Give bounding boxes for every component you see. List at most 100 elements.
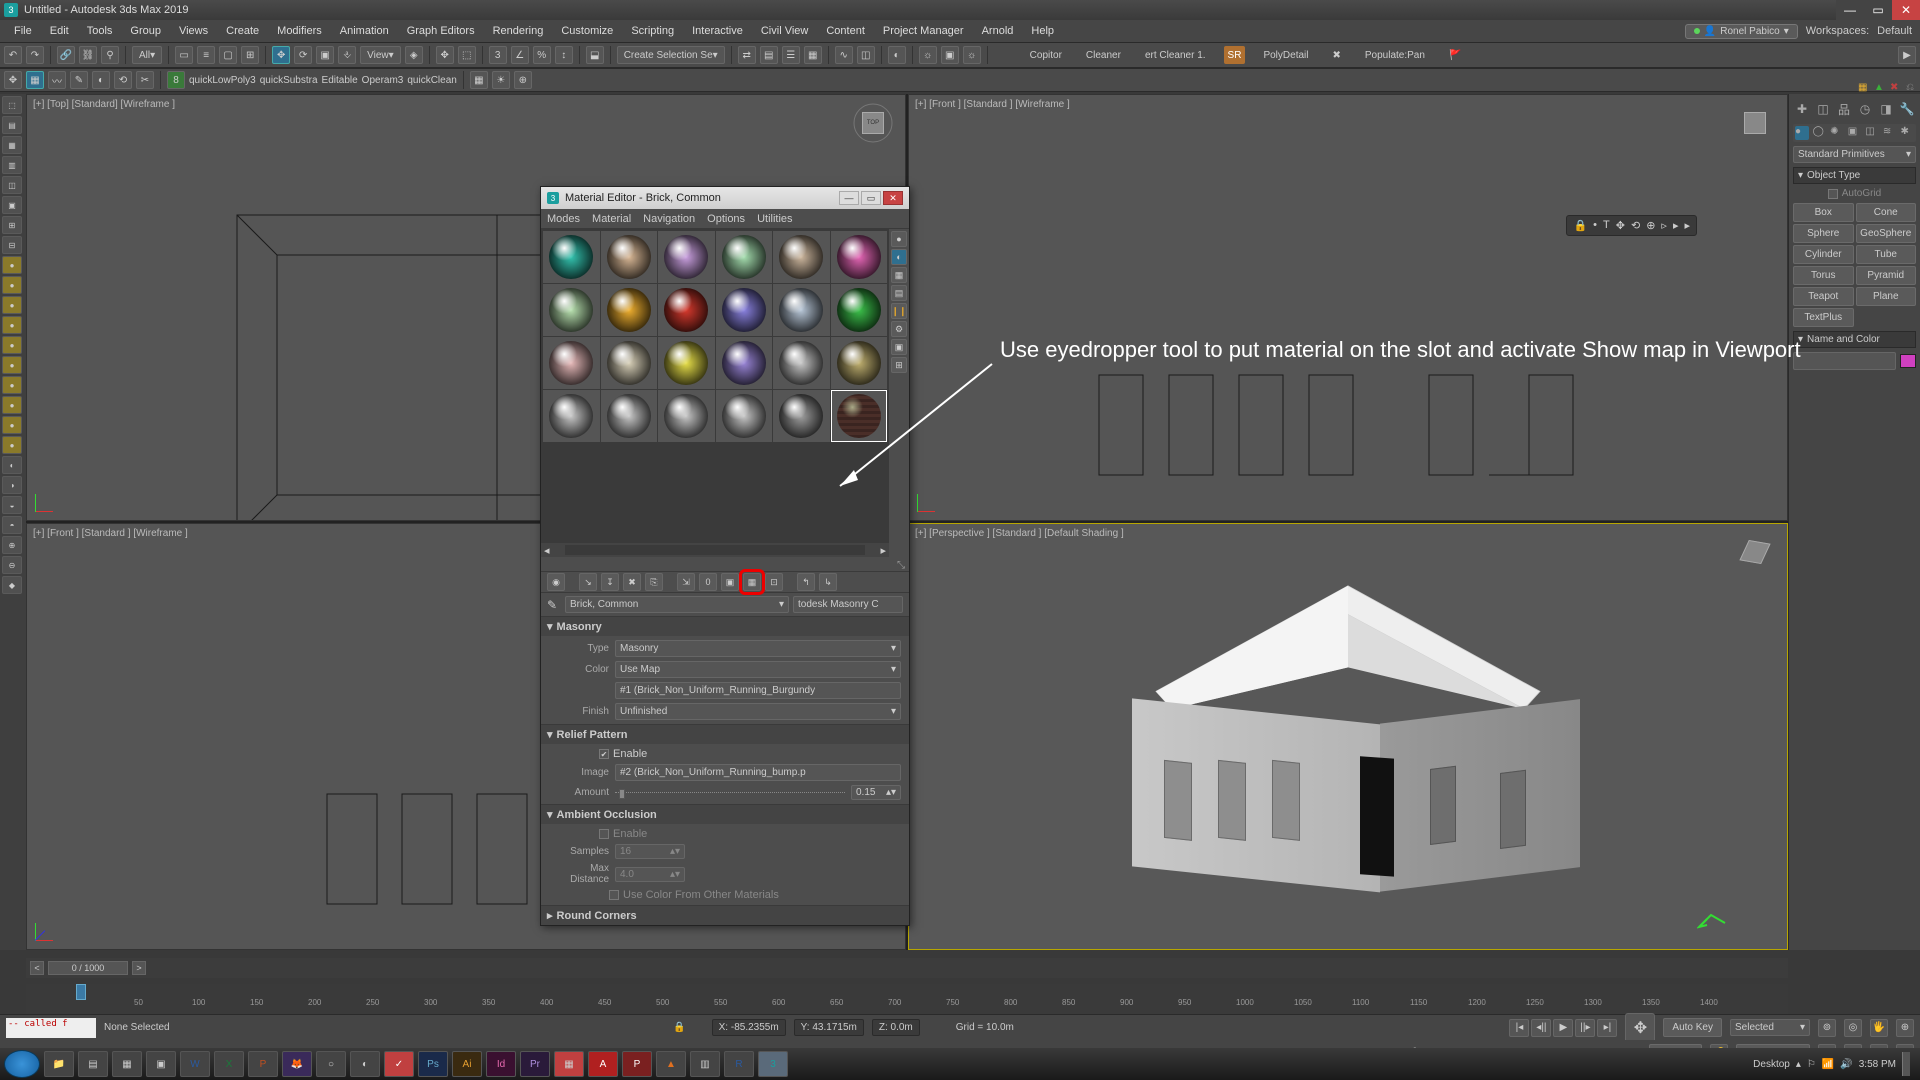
script-ico[interactable]: 8 bbox=[167, 71, 185, 89]
tray-flag-icon[interactable]: ⚐ bbox=[1807, 1059, 1816, 1070]
plugin-polydetail[interactable]: PolyDetail bbox=[1257, 46, 1314, 64]
far-1[interactable]: ▦ bbox=[1858, 82, 1870, 94]
go-forward-icon[interactable]: ↳ bbox=[819, 573, 837, 591]
tb-vlc[interactable]: ▲ bbox=[656, 1051, 686, 1077]
menu-create[interactable]: Create bbox=[218, 23, 267, 39]
mm-navigation[interactable]: Navigation bbox=[643, 213, 695, 225]
ls-12[interactable]: ● bbox=[2, 316, 22, 334]
plugin-cross[interactable]: ✖ bbox=[1326, 46, 1346, 64]
matedit-min[interactable]: — bbox=[839, 191, 859, 205]
sub-lasso-icon[interactable]: 〰 bbox=[48, 71, 66, 89]
tb-app4[interactable]: ○ bbox=[316, 1051, 346, 1077]
go-parent-icon[interactable]: ↰ bbox=[797, 573, 815, 591]
script-3[interactable]: Editable bbox=[322, 75, 358, 86]
mm-options[interactable]: Options bbox=[707, 213, 745, 225]
material-swatch-8[interactable] bbox=[658, 284, 715, 336]
sub-move-icon[interactable]: ✥ bbox=[4, 71, 22, 89]
menu-customize[interactable]: Customize bbox=[553, 23, 621, 39]
tb-ps[interactable]: Ps bbox=[418, 1051, 448, 1077]
primitive-dropdown[interactable]: Standard Primitives▾ bbox=[1793, 146, 1916, 163]
prim-cylinder[interactable]: Cylinder bbox=[1793, 245, 1854, 264]
tb-excel[interactable]: X bbox=[214, 1051, 244, 1077]
menu-modifiers[interactable]: Modifiers bbox=[269, 23, 330, 39]
vp-label-top[interactable]: [+] [Top] [Standard] [Wireframe ] bbox=[33, 99, 175, 110]
ls-7[interactable]: ⊞ bbox=[2, 216, 22, 234]
tb-app6[interactable]: P bbox=[622, 1051, 652, 1077]
material-swatch-16[interactable] bbox=[773, 337, 830, 389]
object-name-input[interactable] bbox=[1793, 352, 1896, 370]
tb-app2[interactable]: ▦ bbox=[112, 1051, 142, 1077]
plugin-copitor[interactable]: Copitor bbox=[1024, 46, 1068, 64]
tray-desktop[interactable]: Desktop bbox=[1753, 1059, 1790, 1070]
st-sample-icon[interactable]: ● bbox=[891, 231, 907, 247]
rollout-ao[interactable]: ▾Ambient Occlusion bbox=[541, 805, 909, 824]
swatch-hscroll[interactable]: ◂▸ bbox=[541, 543, 889, 557]
pctsnap-icon[interactable]: % bbox=[533, 46, 551, 64]
link-icon[interactable]: 🔗 bbox=[57, 46, 75, 64]
anglesnap-icon[interactable]: ∠ bbox=[511, 46, 529, 64]
script-5[interactable]: quickClean bbox=[407, 75, 456, 86]
time-range[interactable]: 0 / 1000 bbox=[48, 961, 128, 975]
select-icon[interactable]: ▭ bbox=[175, 46, 193, 64]
relief-amount-slider[interactable] bbox=[615, 787, 845, 799]
menu-projectmanager[interactable]: Project Manager bbox=[875, 23, 972, 39]
ls-8[interactable]: ⊟ bbox=[2, 236, 22, 254]
cat-cameras-icon[interactable]: ▣ bbox=[1848, 126, 1862, 140]
menu-scripting[interactable]: Scripting bbox=[623, 23, 682, 39]
vp-label-front1[interactable]: [+] [Front ] [Standard ] [Wireframe ] bbox=[915, 99, 1070, 110]
tray-vol-icon[interactable]: 🔊 bbox=[1840, 1059, 1852, 1070]
time-next[interactable]: > bbox=[132, 961, 146, 975]
window-maximize[interactable]: ▭ bbox=[1864, 0, 1892, 20]
prim-textplus[interactable]: TextPlus bbox=[1793, 308, 1854, 327]
cat-space-icon[interactable]: ≋ bbox=[1883, 126, 1897, 140]
ls-5[interactable]: ◫ bbox=[2, 176, 22, 194]
nav-gizmo-icon[interactable]: ✥ bbox=[1625, 1013, 1655, 1043]
nav-b-icon[interactable]: ◎ bbox=[1844, 1019, 1862, 1037]
tab-modify-icon[interactable]: ◫ bbox=[1816, 102, 1830, 116]
ls-25[interactable]: ◆ bbox=[2, 576, 22, 594]
window-cross-icon[interactable]: ⊞ bbox=[241, 46, 259, 64]
rendersetup-icon[interactable]: ☼ bbox=[919, 46, 937, 64]
tb-todoist[interactable]: ✓ bbox=[384, 1051, 414, 1077]
grid-b-icon[interactable]: ☀ bbox=[492, 71, 510, 89]
prev-frame-icon[interactable]: ◂|| bbox=[1531, 1019, 1551, 1037]
menu-views[interactable]: Views bbox=[171, 23, 216, 39]
tray-up-icon[interactable]: ▴ bbox=[1796, 1059, 1801, 1070]
tb-acrobat[interactable]: A bbox=[588, 1051, 618, 1077]
bind-icon[interactable]: ⚲ bbox=[101, 46, 119, 64]
ls-21[interactable]: ◒ bbox=[2, 496, 22, 514]
ls-18[interactable]: ● bbox=[2, 436, 22, 454]
tray-net-icon[interactable]: 📶 bbox=[1822, 1059, 1834, 1070]
material-swatch-0[interactable] bbox=[543, 231, 600, 283]
assign-sel-icon[interactable]: ↧ bbox=[601, 573, 619, 591]
tab-hierarchy-icon[interactable]: 品 bbox=[1837, 102, 1851, 116]
tab-display-icon[interactable]: ◨ bbox=[1879, 102, 1893, 116]
put-scene-icon[interactable]: ↘ bbox=[579, 573, 597, 591]
tb-revit[interactable]: R bbox=[724, 1051, 754, 1077]
material-swatch-11[interactable] bbox=[831, 284, 888, 336]
time-prev[interactable]: < bbox=[30, 961, 44, 975]
autogrid-check[interactable] bbox=[1828, 189, 1838, 199]
st-select-icon[interactable]: ▣ bbox=[891, 339, 907, 355]
relief-image[interactable]: #2 (Brick_Non_Uniform_Running_bump.p bbox=[615, 764, 901, 781]
grid-c-icon[interactable]: ⊕ bbox=[514, 71, 532, 89]
relief-enable-check[interactable]: ✔ bbox=[599, 749, 609, 759]
cat-lights-icon[interactable]: ✺ bbox=[1830, 126, 1844, 140]
matedit-icon[interactable]: ◐ bbox=[888, 46, 906, 64]
st-uv-icon[interactable]: ▤ bbox=[891, 285, 907, 301]
coord-z[interactable]: Z: 0.0m bbox=[872, 1019, 920, 1036]
show-map-viewport-icon[interactable]: ▦ bbox=[743, 573, 761, 591]
prim-geosphere[interactable]: GeoSphere bbox=[1856, 224, 1917, 243]
script-1[interactable]: quickLowPoly3 bbox=[189, 75, 256, 86]
rollout-objecttype[interactable]: ▾Object Type bbox=[1793, 167, 1916, 184]
material-swatch-13[interactable] bbox=[601, 337, 658, 389]
material-swatch-3[interactable] bbox=[716, 231, 773, 283]
make-copy-icon[interactable]: ⎘ bbox=[645, 573, 663, 591]
sub-el1-icon[interactable]: ◐ bbox=[92, 71, 110, 89]
spinnersnap-icon[interactable]: ↕ bbox=[555, 46, 573, 64]
ls-15[interactable]: ● bbox=[2, 376, 22, 394]
tb-pr[interactable]: Pr bbox=[520, 1051, 550, 1077]
st-bg-icon[interactable]: ▦ bbox=[891, 267, 907, 283]
tb-3dsmax[interactable]: 3 bbox=[758, 1051, 788, 1077]
ls-13[interactable]: ● bbox=[2, 336, 22, 354]
